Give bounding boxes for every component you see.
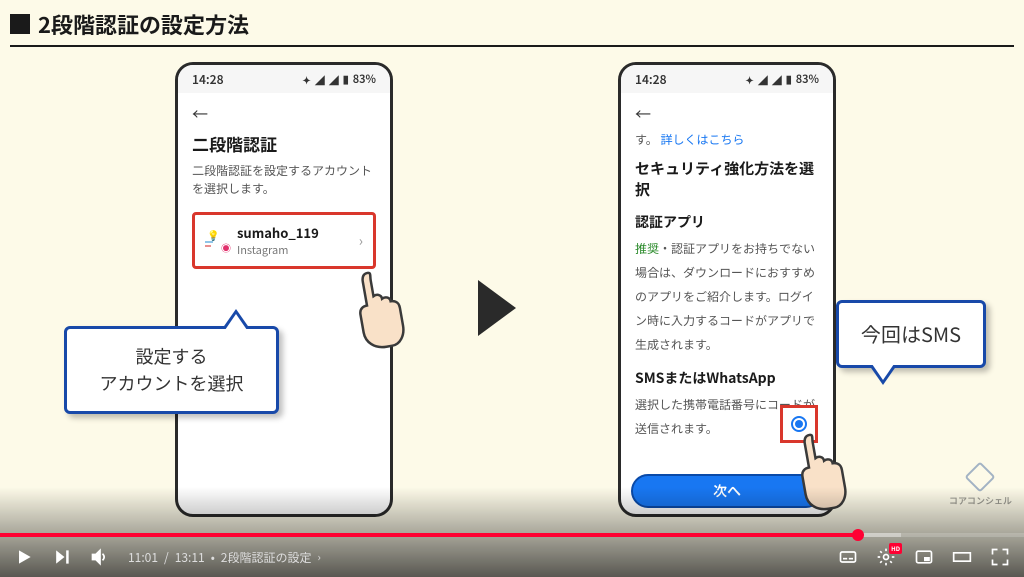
- wifi-icon: ◢: [329, 72, 339, 87]
- volume-button[interactable]: [90, 547, 110, 567]
- signal-icon: ◢: [758, 72, 768, 87]
- chevron-right-icon: ›: [359, 231, 363, 251]
- title-underline: [10, 45, 1014, 47]
- bluetooth-icon: ✦: [745, 72, 753, 87]
- duration: 13:11: [175, 549, 205, 566]
- callout-sms-this-time: 今回はSMS: [836, 300, 986, 368]
- option-auth-app[interactable]: 認証アプリ 推奨・認証アプリをお持ちでない場合は、ダウンロードにおすすめのアプリ…: [635, 212, 819, 354]
- status-bar: 14:28 ✦ ◢ ◢ ▮ 83%: [621, 65, 833, 93]
- signal-icon: ◢: [315, 72, 325, 87]
- player-controls: 11:01 / 13:11 • 2段階認証の設定 › HD: [0, 537, 1024, 577]
- back-arrow-icon[interactable]: ←: [635, 101, 819, 125]
- option-title: SMSまたはWhatsApp: [635, 368, 819, 388]
- battery-icon: ▮: [786, 71, 792, 87]
- callout-line: アカウントを選択: [85, 370, 258, 397]
- miniplayer-button[interactable]: [914, 547, 934, 567]
- settings-button[interactable]: HD: [876, 547, 896, 567]
- battery-text: 83%: [353, 71, 376, 87]
- battery-text: 83%: [796, 71, 819, 87]
- screen-heading: 二段階認証: [192, 131, 376, 156]
- callout-text: 今回はSMS: [861, 319, 961, 348]
- current-time: 11:01: [128, 549, 158, 566]
- video-content-frame: 2段階認証の設定方法 14:28 ✦ ◢ ◢ ▮ 83% ← 二段階認証 二段階…: [0, 0, 1024, 577]
- option-title: 認証アプリ: [635, 212, 819, 232]
- watermark-logo-icon: [965, 462, 995, 492]
- next-video-button[interactable]: [52, 547, 72, 567]
- battery-icon: ▮: [343, 71, 349, 87]
- truncated-text: す。 詳しくはこちら: [635, 131, 819, 148]
- slide-title: 2段階認証の設定方法: [38, 8, 249, 40]
- subtitles-button[interactable]: [838, 547, 858, 567]
- recommended-label: 推奨: [635, 240, 659, 257]
- status-time: 14:28: [635, 71, 667, 88]
- chapter-title: 2段階認証の設定: [221, 549, 312, 566]
- security-method-heading: セキュリティ強化方法を選択: [635, 158, 819, 200]
- play-button[interactable]: [14, 547, 34, 567]
- hd-badge: HD: [889, 543, 902, 554]
- account-select-row[interactable]: 💡◉ sumaho_119 Instagram ›: [192, 212, 376, 269]
- wifi-icon: ◢: [772, 72, 782, 87]
- back-arrow-icon[interactable]: ←: [192, 101, 376, 125]
- radio-selected-icon: [791, 416, 807, 432]
- status-time: 14:28: [192, 71, 224, 88]
- callout-select-account: 設定する アカウントを選択: [64, 326, 279, 414]
- watermark-text: コアコンシェル: [949, 494, 1012, 507]
- callout-line: 設定する: [85, 343, 258, 370]
- right-controls: HD: [838, 547, 1010, 567]
- account-platform: Instagram: [237, 242, 351, 258]
- account-text: sumaho_119 Instagram: [237, 223, 351, 258]
- chevron-right-icon: ›: [317, 549, 320, 565]
- fullscreen-button[interactable]: [990, 547, 1010, 567]
- title-bullet-icon: [10, 14, 30, 34]
- screen-description: 二段階認証を設定するアカウントを選択します。: [192, 162, 376, 198]
- option-description-wrap: 推奨・認証アプリをお持ちでない場合は、ダウンロードにおすすめのアプリをご紹介しま…: [635, 234, 819, 354]
- time-and-chapter[interactable]: 11:01 / 13:11 • 2段階認証の設定 ›: [128, 549, 321, 566]
- account-name: sumaho_119: [237, 223, 351, 242]
- learn-more-link[interactable]: 詳しくはこちら: [661, 131, 745, 148]
- status-right-cluster: ✦ ◢ ◢ ▮ 83%: [745, 71, 819, 87]
- phone-left-content: ← 二段階認証 二段階認証を設定するアカウントを選択します。 💡◉ sumaho…: [178, 93, 390, 277]
- status-right-cluster: ✦ ◢ ◢ ▮ 83%: [302, 71, 376, 87]
- account-avatar-icon: 💡◉: [205, 229, 229, 253]
- channel-watermark[interactable]: コアコンシェル: [949, 462, 1012, 507]
- bluetooth-icon: ✦: [302, 72, 310, 87]
- slide-title-bar: 2段階認証の設定方法: [10, 8, 249, 40]
- flow-arrow-icon: [478, 280, 516, 336]
- option-description: ・認証アプリをお持ちでない場合は、ダウンロードにおすすめのアプリをご紹介します。…: [635, 240, 815, 353]
- theater-mode-button[interactable]: [952, 547, 972, 567]
- status-bar: 14:28 ✦ ◢ ◢ ▮ 83%: [178, 65, 390, 93]
